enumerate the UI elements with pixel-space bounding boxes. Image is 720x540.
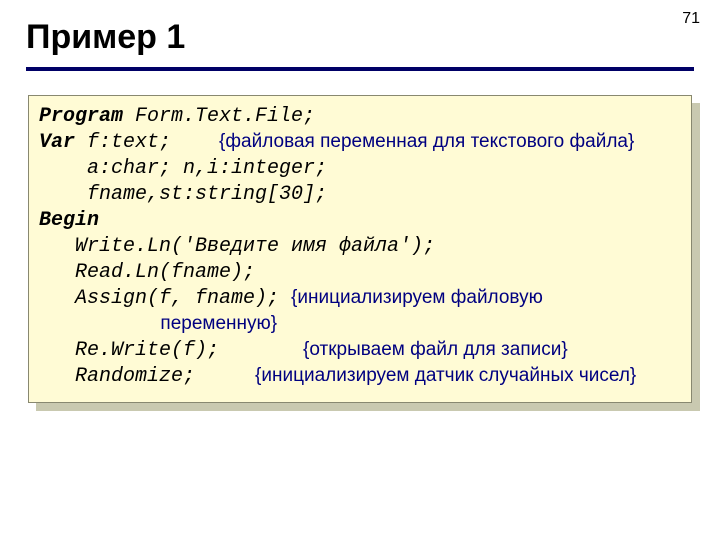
comment: {инициализируем датчик случайных чисел}: [255, 365, 636, 386]
code-text: Randomize;: [39, 365, 255, 388]
code-box: Program Form.Text.File; Var f:text; {фай…: [28, 95, 692, 403]
code-text: Assign(f, fname);: [39, 287, 291, 310]
slide-title: Пример 1: [26, 18, 694, 57]
page-number: 71: [682, 10, 700, 28]
code-text: a:char; n,i:integer;: [39, 157, 327, 180]
code-text: Form.Text.File;: [123, 105, 315, 128]
code-text: fname,st:string[30];: [39, 183, 327, 206]
code-text: Write.Ln('Введите имя файла');: [39, 235, 435, 258]
slide-header: Пример 1 71: [26, 18, 694, 71]
code-text: f:text;: [75, 131, 219, 154]
code-block: Program Form.Text.File; Var f:text; {фай…: [28, 95, 692, 403]
code-text: Re.Write(f);: [39, 339, 303, 362]
kw: Program: [39, 105, 123, 128]
comment: {инициализируем файловую: [291, 287, 543, 308]
slide: Пример 1 71 Program Form.Text.File; Var …: [0, 0, 720, 540]
comment: переменную}: [39, 313, 277, 334]
comment: {открываем файл для записи}: [303, 339, 568, 360]
code-text: Read.Ln(fname);: [39, 261, 255, 284]
kw: Var: [39, 131, 75, 154]
kw: Begin: [39, 209, 99, 232]
comment: {файловая переменная для текстового файл…: [219, 131, 634, 152]
